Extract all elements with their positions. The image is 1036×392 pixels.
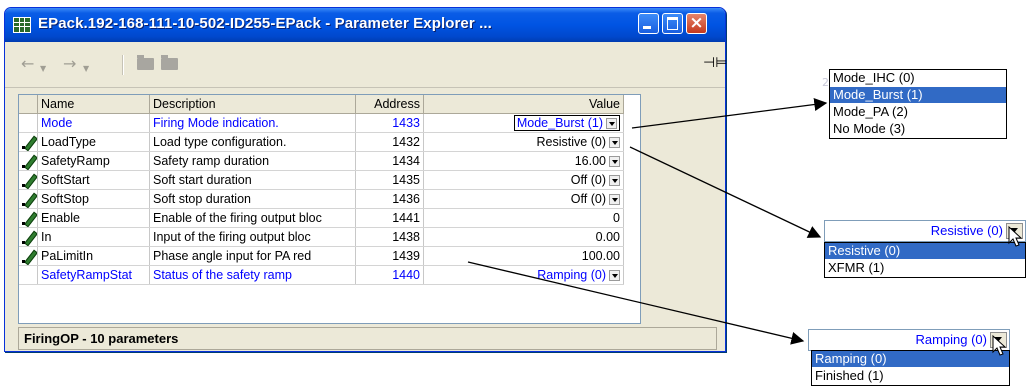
mouse-pointer-icon	[1008, 225, 1023, 247]
ramp-callout-arrow	[467, 261, 805, 345]
mouse-pointer-icon	[992, 334, 1007, 356]
loadtype-callout-arrow	[629, 146, 822, 238]
callout-arrows	[467, 98, 1023, 356]
mode-callout-arrow	[631, 98, 828, 129]
